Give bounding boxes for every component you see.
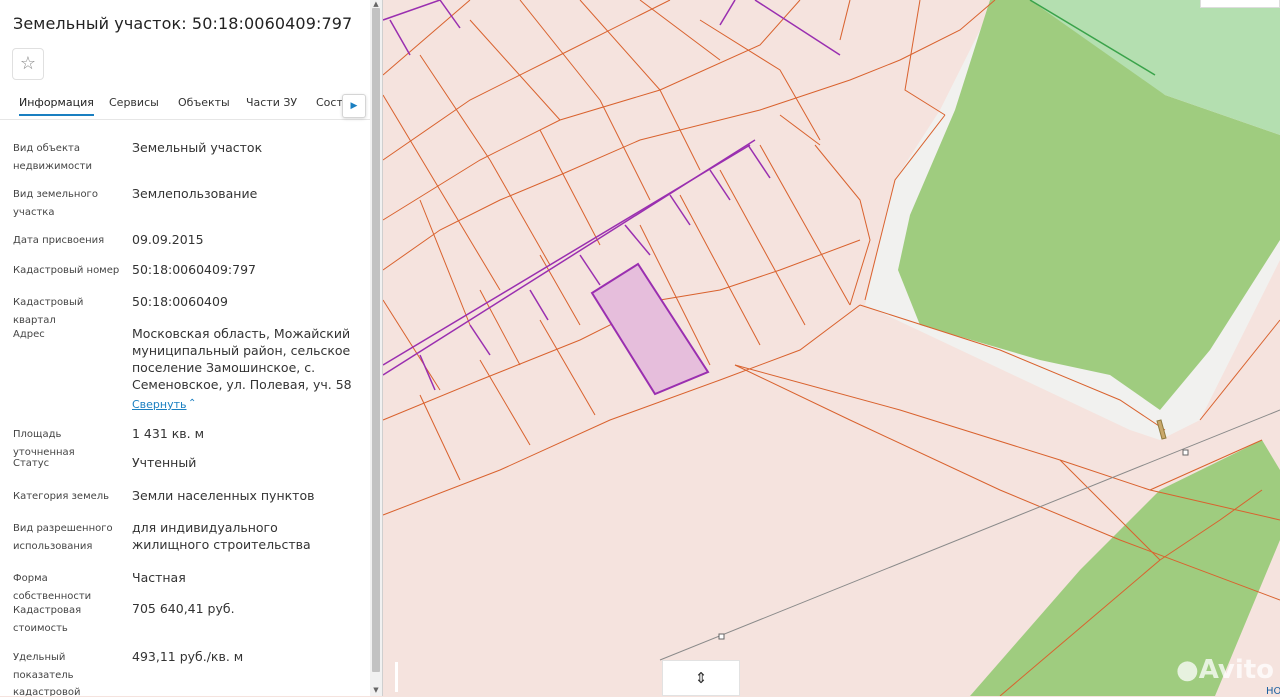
field-label: Удельный показатель кадастровой стоимост… bbox=[13, 652, 81, 696]
tab-divider bbox=[0, 119, 370, 120]
collapse-link[interactable]: Свернуть bbox=[132, 398, 187, 411]
field-value: Земли населенных пунктов bbox=[132, 488, 315, 503]
field-value: 50:18:0060409 bbox=[132, 294, 228, 309]
field-label: Статус bbox=[13, 458, 50, 469]
tab-bar: Информация Сервисы Объекты Части ЗУ Сост… bbox=[0, 92, 370, 120]
tabs-next-button[interactable]: ▶ bbox=[342, 94, 366, 118]
info-panel: Земельный участок: 50:18:0060409:797 ☆ И… bbox=[0, 0, 371, 696]
zoom-toggle-button[interactable]: ⇕ bbox=[662, 660, 740, 696]
avito-logo-icon: ● bbox=[1176, 655, 1199, 685]
scrollbar-thumb[interactable] bbox=[372, 8, 380, 672]
field-label: Вид объекта недвижимости bbox=[13, 143, 92, 172]
measurement-vertex[interactable] bbox=[1182, 449, 1189, 456]
field-label: Вид разрешенного использования bbox=[13, 523, 113, 552]
scale-bar bbox=[395, 662, 398, 692]
tab-objects[interactable]: Объекты bbox=[178, 96, 230, 109]
corner-link[interactable]: НО bbox=[1266, 686, 1280, 697]
field-label: Вид земельного участка bbox=[13, 189, 98, 218]
tab-information[interactable]: Информация bbox=[19, 96, 94, 116]
address-value: Московская область, Можайский муниципаль… bbox=[132, 326, 352, 392]
star-outline-icon: ☆ bbox=[19, 53, 37, 74]
field-label: Категория земель bbox=[13, 491, 110, 502]
measurement-vertex[interactable] bbox=[718, 633, 725, 640]
field-value: 50:18:0060409:797 bbox=[132, 262, 256, 277]
field-value: 705 640,41 руб. bbox=[132, 601, 235, 616]
field-value: Учтенный bbox=[132, 455, 197, 470]
field-label: Кадастровый квартал bbox=[13, 297, 84, 326]
tab-services[interactable]: Сервисы bbox=[109, 96, 159, 109]
field-value: 1 431 кв. м bbox=[132, 426, 205, 441]
scroll-down-icon[interactable]: ▼ bbox=[370, 686, 382, 694]
page-title: Земельный участок: 50:18:0060409:797 bbox=[13, 14, 353, 33]
panel-scrollbar[interactable]: ▲ ▼ bbox=[370, 0, 383, 696]
field-label: Кадастровый номер bbox=[13, 265, 120, 276]
avito-watermark: ●Avito bbox=[1176, 655, 1275, 685]
field-value: Земельный участок bbox=[132, 140, 263, 155]
chevron-up-icon[interactable]: ⌃ bbox=[188, 398, 196, 409]
caret-right-icon: ▶ bbox=[350, 101, 358, 111]
chevron-up-down-icon: ⇕ bbox=[694, 669, 708, 687]
field-label: Адрес bbox=[13, 329, 45, 340]
field-label: Дата присвоения bbox=[13, 235, 105, 246]
field-value: 09.09.2015 bbox=[132, 232, 204, 247]
field-label: Кадастровая стоимость bbox=[13, 605, 82, 634]
map-toolbar-edge[interactable] bbox=[1200, 0, 1280, 8]
field-value: Землепользование bbox=[132, 186, 258, 201]
field-label: Форма собственности bbox=[13, 573, 92, 602]
field-value: 493,11 руб./кв. м bbox=[132, 649, 244, 664]
field-value: для индивидуального жилищного строительс… bbox=[132, 520, 311, 552]
scroll-up-icon[interactable]: ▲ bbox=[370, 0, 382, 8]
tab-parts[interactable]: Части ЗУ bbox=[246, 96, 297, 109]
favorite-button[interactable]: ☆ bbox=[12, 48, 44, 80]
field-value: Частная bbox=[132, 570, 186, 585]
